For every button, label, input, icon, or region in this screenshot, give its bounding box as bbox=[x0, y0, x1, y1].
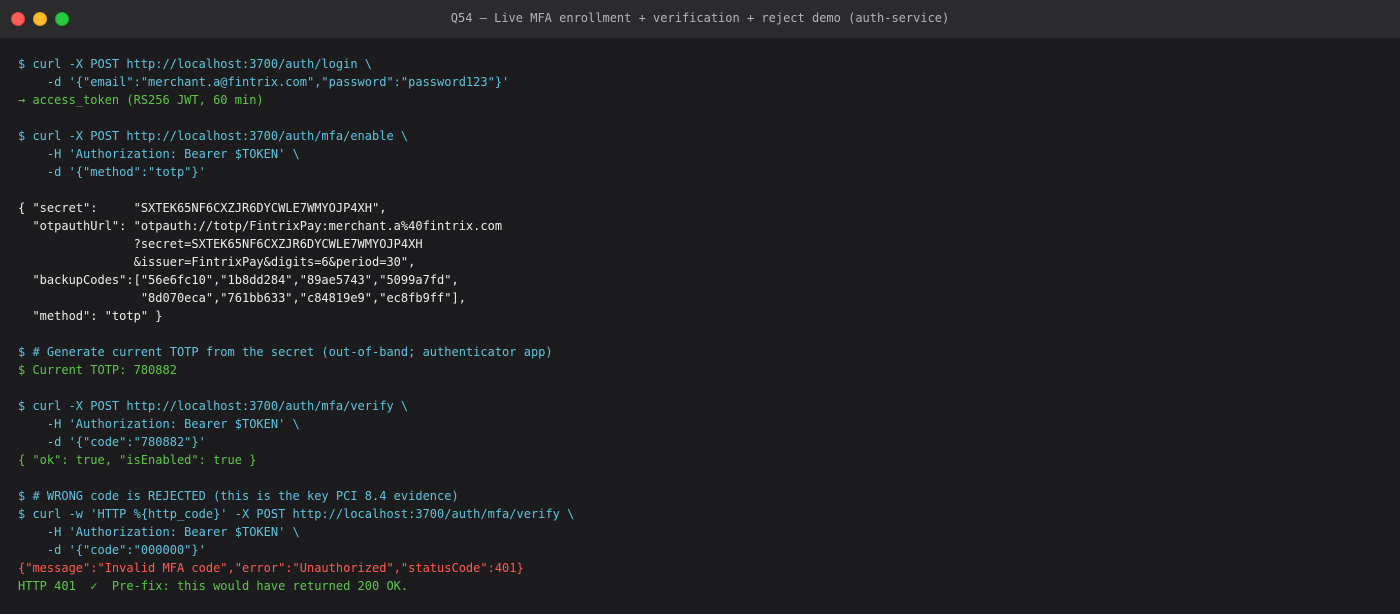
terminal-line: -d '{"code":"000000"}' bbox=[18, 543, 206, 557]
terminal-line: "method": "totp" } bbox=[18, 309, 163, 323]
terminal-line: { "ok": true, "isEnabled": true } bbox=[18, 453, 257, 467]
terminal-line: -d '{"method":"totp"}' bbox=[18, 165, 206, 179]
terminal-line: $ curl -w 'HTTP %{http_code}' -X POST ht… bbox=[18, 507, 575, 521]
terminal-line: $ curl -X POST http://localhost:3700/aut… bbox=[18, 57, 373, 71]
terminal-line: -d '{"code":"780882"}' bbox=[18, 435, 206, 449]
terminal-line: $ # WRONG code is REJECTED (this is the … bbox=[18, 489, 459, 503]
terminal-line: $ curl -X POST http://localhost:3700/aut… bbox=[18, 129, 409, 143]
terminal-line: -d '{"email":"merchant.a@fintrix.com","p… bbox=[18, 75, 510, 89]
terminal-line: { "secret": "SXTEK65NF6CXZJR6DYCWLE7WMYO… bbox=[18, 201, 387, 215]
terminal-window: Q54 — Live MFA enrollment + verification… bbox=[0, 0, 1400, 614]
terminal-line: {"message":"Invalid MFA code","error":"U… bbox=[18, 561, 524, 575]
terminal-line: $ Current TOTP: 780882 bbox=[18, 363, 177, 377]
terminal-line: -H 'Authorization: Bearer $TOKEN' \ bbox=[18, 417, 300, 431]
terminal-line: -H 'Authorization: Bearer $TOKEN' \ bbox=[18, 525, 300, 539]
terminal-line: → access_token (RS256 JWT, 60 min) bbox=[18, 93, 264, 107]
terminal-line: ?secret=SXTEK65NF6CXZJR6DYCWLE7WMYOJP4XH bbox=[18, 237, 423, 251]
terminal-line: "8d070eca","761bb633","c84819e9","ec8fb9… bbox=[18, 291, 466, 305]
window-title: Q54 — Live MFA enrollment + verification… bbox=[450, 11, 950, 25]
terminal-line: $ # Generate current TOTP from the secre… bbox=[18, 345, 553, 359]
terminal-line: "otpauthUrl": "otpauth://totp/FintrixPay… bbox=[18, 219, 503, 233]
terminal-output[interactable]: $ curl -X POST http://localhost:3700/aut… bbox=[18, 55, 1390, 614]
terminal-line: &issuer=FintrixPay&digits=6&period=30", bbox=[18, 255, 416, 269]
terminal-line: $ curl -X POST http://localhost:3700/aut… bbox=[18, 399, 409, 413]
title-bar[interactable]: Q54 — Live MFA enrollment + verification… bbox=[0, 0, 1400, 39]
terminal-line: HTTP 401 ✓ Pre-fix: this would have retu… bbox=[18, 579, 409, 593]
terminal-line: "backupCodes":["56e6fc10","1b8dd284","89… bbox=[18, 273, 459, 287]
terminal-line: -H 'Authorization: Bearer $TOKEN' \ bbox=[18, 147, 300, 161]
